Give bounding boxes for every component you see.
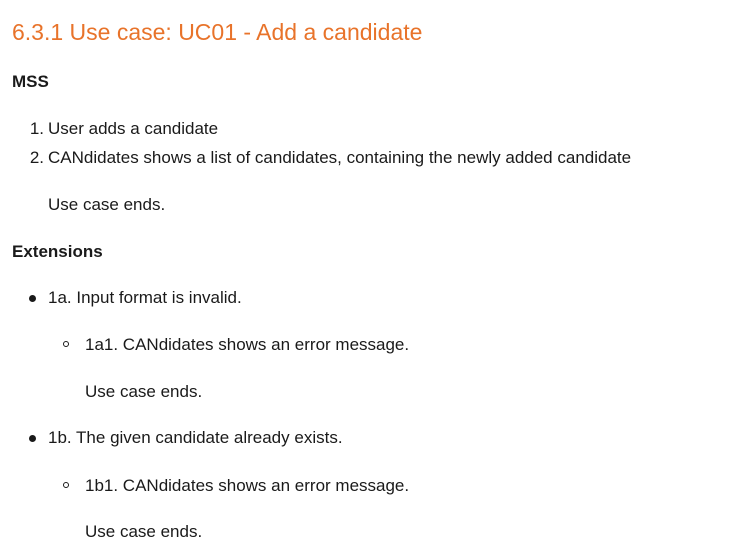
- mss-step-2-number: 2.: [29, 148, 44, 167]
- bullet-disc-icon: [29, 435, 36, 442]
- extensions-heading: Extensions: [12, 242, 103, 261]
- extension-1a1-end-text: Use case ends.: [85, 382, 203, 401]
- bullet-circle-icon: [63, 482, 69, 488]
- page-title: 6.3.1 Use case: UC01 - Add a candidate: [12, 19, 423, 45]
- extension-1b-text: 1b. The given candidate already exists.: [48, 428, 343, 447]
- extension-1a1-text: 1a1. CANdidates shows an error message.: [85, 335, 410, 354]
- use-case-document: 6.3.1 Use case: UC01 - Add a candidate M…: [0, 0, 733, 555]
- mss-end-text: Use case ends.: [48, 195, 166, 214]
- bullet-disc-icon: [29, 295, 36, 302]
- mss-step-1-text: User adds a candidate: [48, 119, 219, 138]
- extension-1b1-end-text: Use case ends.: [85, 522, 203, 541]
- extension-1a-text: 1a. Input format is invalid.: [48, 288, 242, 307]
- mss-step-2-text: CANdidates shows a list of candidates, c…: [48, 148, 632, 167]
- mss-step-1-number: 1.: [29, 119, 44, 138]
- extension-1b1-text: 1b1. CANdidates shows an error message.: [85, 476, 410, 495]
- bullet-circle-icon: [63, 341, 69, 347]
- mss-heading: MSS: [12, 72, 49, 91]
